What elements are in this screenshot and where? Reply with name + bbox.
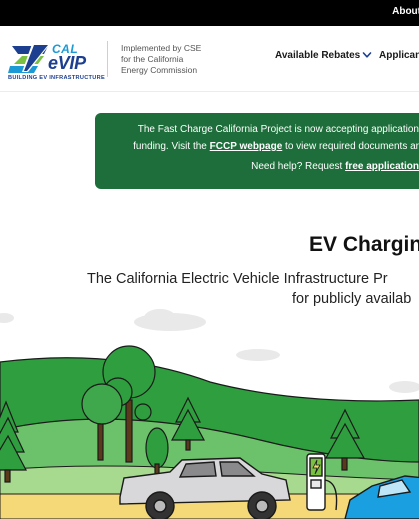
logo-tagline: BUILDING EV INFRASTRUCTURE — [8, 75, 105, 81]
top-utility-bar: About — [0, 0, 419, 26]
nav-applicants[interactable]: Applican — [379, 50, 419, 61]
hero-illustration — [0, 309, 419, 519]
banner-text: Need help? Request — [251, 161, 346, 172]
logo-mark-icon — [8, 44, 50, 73]
banner-line: funding. Visit the FCCP webpage to view … — [105, 138, 419, 155]
hero-subtitle-line-1: The California Electric Vehicle Infrastr… — [87, 271, 388, 287]
chevron-down-icon[interactable] — [362, 50, 372, 60]
nav-available-rebates[interactable]: Available Rebates — [275, 50, 360, 61]
implemented-by-text: Implemented by CSE for the California En… — [121, 43, 221, 76]
page: About CAL eVIP BUILDING EV INFRASTRUCTUR… — [0, 0, 419, 519]
free-application-link[interactable]: free application — [345, 161, 419, 172]
banner-text: to view required documents ar — [282, 141, 419, 152]
implemented-line: Energy Commission — [121, 65, 198, 75]
about-link[interactable]: About — [392, 6, 419, 17]
fccp-webpage-link[interactable]: FCCP webpage — [210, 141, 283, 152]
banner-text: The Fast Charge California Project is no… — [137, 124, 419, 135]
banner-line: The Fast Charge California Project is no… — [105, 121, 419, 138]
banner-text: funding. Visit the — [133, 141, 210, 152]
announcement-banner: The Fast Charge California Project is no… — [95, 113, 419, 189]
logo-evip-text: eVIP — [48, 53, 86, 73]
header-divider — [107, 41, 108, 77]
site-header: CAL eVIP BUILDING EV INFRASTRUCTURE Impl… — [0, 26, 419, 92]
cal-evip-logo[interactable]: CAL eVIP BUILDING EV INFRASTRUCTURE — [8, 42, 105, 86]
implemented-line: for the California — [121, 54, 184, 64]
banner-line: Need help? Request free application — [105, 158, 419, 175]
implemented-line: Implemented by CSE — [121, 43, 202, 53]
hero-title: EV Chargin — [309, 233, 419, 256]
